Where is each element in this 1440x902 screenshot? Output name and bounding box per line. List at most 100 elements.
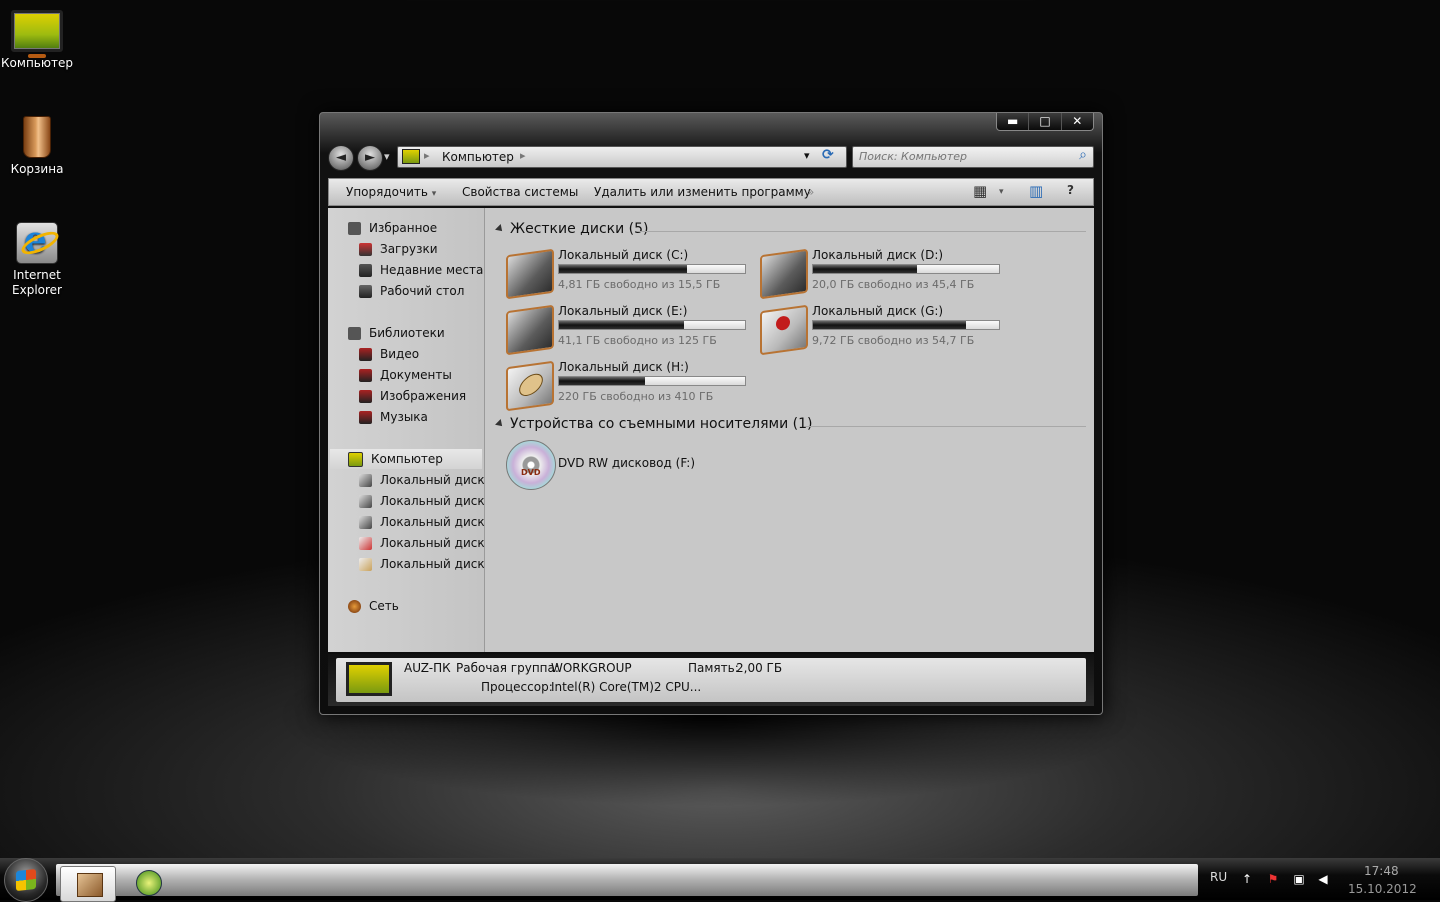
nav-disk-d[interactable]: Локальный диск (D: [359, 491, 484, 511]
dvd-drive-name: DVD RW дисковод (F:): [558, 456, 696, 470]
nav-disk-g[interactable]: Локальный диск (G: [359, 533, 484, 553]
desktop-icon-recycle-bin[interactable]: Корзина: [0, 116, 74, 177]
navigation-pane: Избранное Загрузки Недавние места Рабочи…: [328, 208, 485, 652]
drive-name: Локальный диск (E:): [558, 304, 688, 318]
address-dropdown-icon[interactable]: ▾: [804, 149, 810, 162]
drive-usage-fill: [813, 321, 966, 329]
maximize-button[interactable]: □: [1028, 113, 1060, 130]
pc-name: AUZ-ПК: [404, 661, 451, 675]
volume-icon[interactable]: ◀: [1316, 872, 1330, 886]
file-list: Жесткие диски (5) Локальный диск (C:) 4,…: [486, 208, 1094, 652]
group-divider: [638, 231, 1086, 232]
language-indicator[interactable]: RU: [1210, 870, 1227, 884]
nav-label: Изображения: [380, 389, 467, 403]
cpu-value: Intel(R) Core(TM)2 CPU...: [551, 680, 702, 694]
taskbar: RU ↑ ⚑ ▣ ◀ 17:48 15.10.2012: [0, 858, 1440, 902]
preview-pane-icon[interactable]: ▥: [1029, 182, 1043, 200]
taskbar-media-player-button[interactable]: [122, 866, 176, 900]
uninstall-program-button[interactable]: Удалить или изменить программу: [594, 185, 811, 199]
nav-recent-places[interactable]: Недавние места: [359, 260, 483, 280]
nav-label: Недавние места: [380, 263, 484, 277]
action-center-icon[interactable]: ⚑: [1266, 872, 1280, 886]
downloads-icon: [359, 243, 372, 256]
hard-disk-icon: [359, 495, 372, 508]
hard-disk-icon: [359, 537, 372, 550]
more-commands-icon[interactable]: »: [807, 185, 814, 199]
drive-usage-bar: [812, 264, 1000, 274]
workgroup-label: Рабочая группа:: [456, 661, 559, 675]
desktop-icon-label: Internet Explorer: [12, 268, 62, 297]
breadcrumb-computer[interactable]: Компьютер: [442, 150, 514, 164]
help-icon[interactable]: ?: [1067, 183, 1074, 197]
nav-label: Локальный диск (C: [380, 473, 485, 487]
change-view-icon[interactable]: ▦: [973, 182, 987, 200]
drive-item-d[interactable]: Локальный диск (D:) 20,0 ГБ свободно из …: [760, 248, 1010, 300]
nav-favorites[interactable]: Избранное: [348, 218, 437, 238]
system-properties-button[interactable]: Свойства системы: [462, 185, 578, 199]
drive-item-c[interactable]: Локальный диск (C:) 4,81 ГБ свободно из …: [506, 248, 756, 300]
recent-pages-dropdown[interactable]: ▾: [384, 150, 390, 163]
video-icon: [359, 348, 372, 361]
network-icon[interactable]: ▣: [1292, 872, 1306, 886]
nav-downloads[interactable]: Загрузки: [359, 239, 438, 259]
start-button[interactable]: [4, 858, 48, 902]
drive-item-h[interactable]: Локальный диск (H:) 220 ГБ свободно из 4…: [506, 360, 756, 412]
nav-network[interactable]: Сеть: [348, 596, 399, 616]
collapse-triangle-icon: [495, 419, 505, 429]
recent-places-icon: [359, 264, 372, 277]
nav-disk-e[interactable]: Локальный диск (E:: [359, 512, 484, 532]
refresh-icon[interactable]: ⟳: [822, 147, 842, 163]
drive-usage-fill: [559, 265, 688, 273]
nav-label: Компьютер: [371, 452, 443, 466]
details-pane: AUZ-ПК Рабочая группа: WORKGROUP Память:…: [328, 654, 1094, 706]
forward-button[interactable]: ►: [357, 145, 383, 171]
search-icon[interactable]: ⌕: [1079, 147, 1087, 163]
drive-item-g[interactable]: Локальный диск (G:) 9,72 ГБ свободно из …: [760, 304, 1010, 356]
nav-computer[interactable]: Компьютер: [330, 449, 482, 469]
nav-desktop[interactable]: Рабочий стол: [359, 281, 464, 301]
drive-free-space: 4,81 ГБ свободно из 15,5 ГБ: [558, 278, 721, 291]
hard-disk-icon: [359, 516, 372, 529]
memory-label: Память:: [688, 661, 739, 675]
hard-disk-icon: [506, 248, 554, 300]
organize-button[interactable]: Упорядочить ▾: [346, 185, 436, 199]
address-bar[interactable]: ▸ Компьютер ▸ ▾ ⟳: [397, 146, 847, 168]
organize-label: Упорядочить: [346, 185, 428, 199]
back-button[interactable]: ◄: [328, 145, 354, 171]
desktop-icon-computer[interactable]: Компьютер: [0, 10, 74, 71]
drive-usage-fill: [813, 265, 918, 273]
close-button[interactable]: ✕: [1060, 113, 1093, 130]
explorer-folder-icon: [77, 873, 103, 897]
nav-images[interactable]: Изображения: [359, 386, 466, 406]
memory-value: 2,00 ГБ: [736, 661, 783, 675]
desktop-icon-internet-explorer[interactable]: Internet Explorer: [0, 219, 74, 298]
breadcrumb-separator-icon[interactable]: ▸: [520, 149, 526, 162]
nav-video[interactable]: Видео: [359, 344, 419, 364]
drive-item-e[interactable]: Локальный диск (E:) 41,1 ГБ свободно из …: [506, 304, 756, 356]
search-input[interactable]: [853, 147, 1069, 165]
command-bar: Упорядочить ▾ Свойства системы Удалить и…: [328, 178, 1094, 206]
computer-icon: [402, 149, 420, 164]
clock-date[interactable]: 15.10.2012: [1348, 882, 1417, 896]
computer-icon: [11, 10, 63, 58]
search-box[interactable]: ⌕: [852, 146, 1094, 168]
chevron-down-icon[interactable]: ▾: [999, 187, 1004, 197]
clock-time[interactable]: 17:48: [1364, 864, 1399, 878]
group-header-removable[interactable]: Устройства со съемными носителями (1): [495, 416, 812, 432]
favorites-star-icon: [348, 222, 361, 235]
images-icon: [359, 390, 372, 403]
nav-disk-h[interactable]: Локальный диск (H: [359, 554, 484, 574]
group-header-hard-disks[interactable]: Жесткие диски (5): [495, 221, 648, 237]
usb-disk-icon: [359, 558, 372, 571]
nav-label: Документы: [380, 368, 452, 382]
task-strip: [56, 864, 1198, 902]
nav-disk-c[interactable]: Локальный диск (C: [359, 470, 485, 490]
nav-documents[interactable]: Документы: [359, 365, 452, 385]
drive-name: Локальный диск (C:): [558, 248, 689, 262]
nav-music[interactable]: Музыка: [359, 407, 428, 427]
nav-libraries[interactable]: Библиотеки: [348, 323, 445, 343]
hard-disk-icon: [760, 248, 808, 300]
taskbar-explorer-button[interactable]: [60, 866, 116, 902]
minimize-button[interactable]: ▬: [997, 113, 1028, 130]
up-arrow-icon[interactable]: ↑: [1240, 872, 1254, 886]
